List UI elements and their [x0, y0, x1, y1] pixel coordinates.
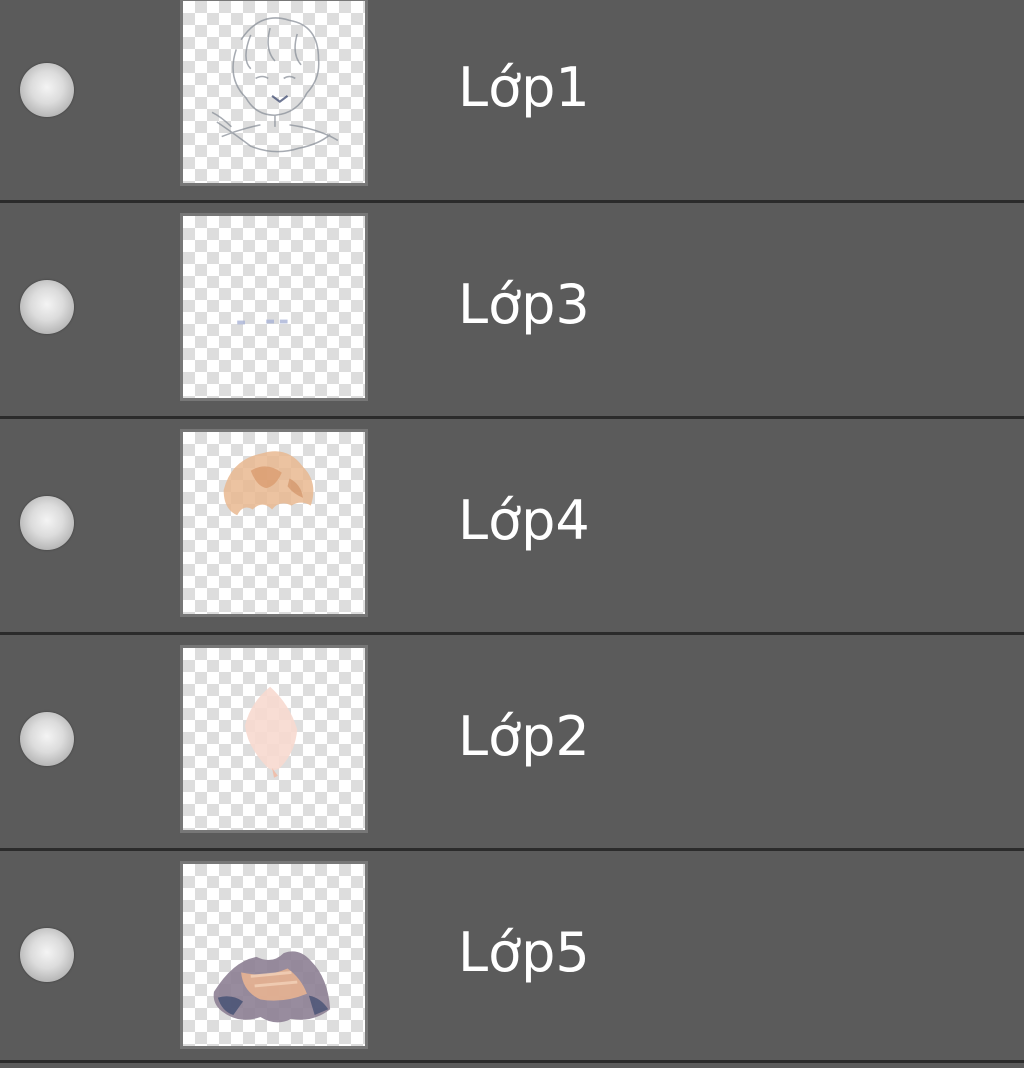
layer-row-lop1[interactable]: Lớp1 [0, 0, 1024, 203]
layer-name[interactable]: Lớp2 [458, 705, 590, 769]
clothing-color-icon [213, 951, 331, 1023]
layer-name[interactable]: Lớp1 [458, 56, 590, 120]
visibility-toggle-icon[interactable] [20, 280, 74, 334]
layer-row-lop2[interactable]: Lớp2 [0, 635, 1024, 851]
layer-row-lop5[interactable]: Lớp5 [0, 851, 1024, 1063]
visibility-toggle-icon[interactable] [20, 496, 74, 550]
layer-thumbnail-eyes[interactable] [180, 213, 368, 401]
hair-color-icon [223, 451, 314, 516]
visibility-toggle-icon[interactable] [20, 712, 74, 766]
layer-thumbnail-clothing[interactable] [180, 861, 368, 1049]
skin-color-icon [244, 686, 298, 778]
layer-row-lop4[interactable]: Lớp4 [0, 419, 1024, 635]
visibility-toggle-icon[interactable] [20, 63, 74, 117]
layer-row-lop3[interactable]: Lớp3 [0, 203, 1024, 419]
layer-thumbnail-skin[interactable] [180, 645, 368, 833]
layer-thumbnail-sketch[interactable] [180, 0, 368, 186]
sketch-lineart-icon [211, 17, 339, 153]
eye-dots-icon [237, 319, 288, 325]
layer-name[interactable]: Lớp4 [458, 489, 590, 553]
layer-thumbnail-hair[interactable] [180, 429, 368, 617]
layers-panel: Lớp1 Lớp3 Lớp4 Lớp2 Lớp5 [0, 0, 1024, 1068]
layer-name[interactable]: Lớp5 [458, 921, 590, 985]
visibility-toggle-icon[interactable] [20, 928, 74, 982]
layer-name[interactable]: Lớp3 [458, 273, 590, 337]
